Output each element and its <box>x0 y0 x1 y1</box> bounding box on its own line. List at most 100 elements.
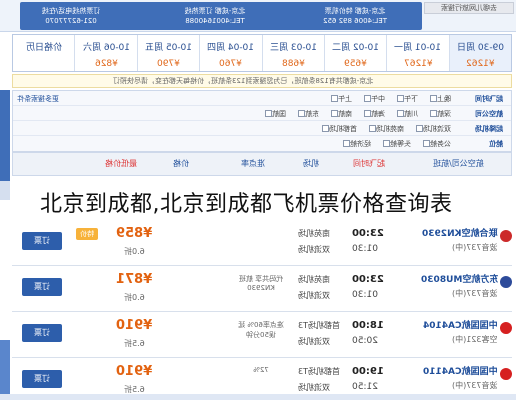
search-notice: 北京-成都共有128条航班，已为您搜索到123条航班，价格每天都在变，请尽快预订 <box>12 74 512 88</box>
book-button[interactable]: 订票 <box>22 278 62 296</box>
date-cell[interactable]: 10-03 周三 ¥688 <box>263 35 325 71</box>
checkbox[interactable] <box>397 95 404 102</box>
date-cell-selected[interactable]: 09-30 周日 ¥1262 <box>449 35 511 71</box>
book-button[interactable]: 订票 <box>22 324 62 342</box>
filter-option[interactable]: 晚上 <box>428 94 451 104</box>
book-button[interactable]: 订票 <box>22 232 62 250</box>
column-punctuality[interactable]: 准点率 <box>241 158 265 169</box>
checkbox[interactable] <box>331 95 338 102</box>
column-departure-time[interactable]: 起飞时间 <box>353 158 385 169</box>
date-cell[interactable]: 10-06 周六 ¥826 <box>75 35 138 71</box>
date-label: 10-06 周六 <box>82 43 130 53</box>
airline-flight-link[interactable]: 中国国航CA4104 <box>423 318 498 331</box>
banner-line: 北京-成都 特价机票 <box>324 7 386 15</box>
option-label: 南航 <box>338 110 352 118</box>
filter-row-airline: 国航 东航 南航 海航 川航 深航 航空公司 <box>13 106 511 121</box>
filter-options: 上午 中午 下午 晚上 <box>73 94 451 104</box>
book-label: 订票 <box>34 374 50 383</box>
filter-option[interactable]: 经济舱 <box>341 139 371 149</box>
checkbox[interactable] <box>369 125 376 132</box>
departure-time: 23:00 <box>352 228 384 239</box>
filter-option[interactable]: 上午 <box>329 94 352 104</box>
banner-line: 北京-成都 订票热线 <box>184 7 246 15</box>
airline-flight-link[interactable]: 中国国航CA4110 <box>423 364 498 377</box>
more-filters-link[interactable]: 更多搜索条件 <box>17 94 59 104</box>
filter-option[interactable]: 南航 <box>329 109 352 119</box>
airline-flight-link[interactable]: 联合航空KN2930 <box>422 226 498 239</box>
checkbox[interactable] <box>423 140 430 147</box>
airline-flight-link[interactable]: 东方航空MU8030 <box>421 272 498 285</box>
date-cell[interactable]: 10-01 周一 ¥1267 <box>387 35 450 71</box>
flight-price: ¥910 <box>116 318 153 333</box>
checkbox[interactable] <box>343 140 350 147</box>
checkbox[interactable] <box>416 125 423 132</box>
date-price: ¥790 <box>156 59 180 69</box>
filter-option[interactable]: 川航 <box>395 109 418 119</box>
checkbox[interactable] <box>322 125 329 132</box>
option-label: 公务舱 <box>430 140 451 148</box>
filter-option[interactable]: 海航 <box>362 109 385 119</box>
filter-option[interactable]: 南苑机场 <box>367 124 404 134</box>
option-label: 川航 <box>404 110 418 118</box>
flight-discount: 6.0折 <box>124 247 145 256</box>
option-label: 上午 <box>338 95 352 103</box>
checkbox[interactable] <box>430 110 437 117</box>
column-airport[interactable]: 机场 <box>303 158 319 169</box>
date-label: 09-30 周日 <box>456 43 504 53</box>
filter-options: 国航 东航 南航 海航 川航 深航 <box>73 109 451 119</box>
filter-option[interactable]: 下午 <box>395 94 418 104</box>
checkbox[interactable] <box>265 110 272 117</box>
filter-options: 经济舱 头等舱 公务舱 <box>73 139 451 149</box>
column-lowest-price[interactable]: 最低价格 <box>105 158 137 169</box>
checkbox[interactable] <box>331 110 338 117</box>
flight-price: ¥859 <box>116 226 153 241</box>
filter-label: 起飞时间 <box>475 95 503 103</box>
filter-option[interactable]: 东航 <box>296 109 319 119</box>
checkbox[interactable] <box>430 95 437 102</box>
date-cell[interactable]: 10-04 周四 ¥760 <box>200 35 263 71</box>
filter-row-airport: 首都机场 南苑机场 双流机场 起降机场 <box>13 121 511 136</box>
option-label: 双流机场 <box>423 125 451 133</box>
filter-option[interactable]: 双流机场 <box>414 124 451 134</box>
flight-row: 订票 ¥910 6.5折 准点率60% 延误50分钟 首都机场T3 双流机场 1… <box>12 312 512 358</box>
date-label: 10-04 周四 <box>207 43 255 53</box>
departure-time: 18:00 <box>352 320 384 331</box>
filter-panel: 更多搜索条件 上午 中午 下午 晚上 起飞时间 国航 东航 南航 海航 川航 深… <box>12 90 512 152</box>
checkbox[interactable] <box>364 110 371 117</box>
aircraft-type: 空客321(中) <box>452 335 498 344</box>
arrival-time: 01:30 <box>352 290 378 300</box>
filter-option[interactable]: 首都机场 <box>320 124 357 134</box>
flight-row: 订票 特价 ¥859 6.0折 南苑机场 双流机场 23:00 01:30 联合… <box>12 220 512 266</box>
filter-label: 舱位 <box>489 140 503 148</box>
left-side-bar <box>0 340 10 400</box>
checkbox[interactable] <box>364 95 371 102</box>
date-label: 价格日历 <box>25 43 62 53</box>
banner-line: TEL:4001640088 <box>185 17 245 25</box>
filter-row-time: 更多搜索条件 上午 中午 下午 晚上 起飞时间 <box>13 91 511 106</box>
checkbox[interactable] <box>397 110 404 117</box>
book-label: 订票 <box>34 328 50 337</box>
option-label: 头等舱 <box>390 140 411 148</box>
banner-hotline-strip: 订票热线电话/在线 021-62777070 北京-成都 订票热线 TEL:40… <box>20 2 422 30</box>
filter-option[interactable]: 头等舱 <box>381 139 411 149</box>
page-title: 北京到成都,北京到成都飞机票价格查询表 <box>40 192 453 217</box>
search-link[interactable]: 去哪儿网旅行搜索 <box>424 2 514 14</box>
filter-option[interactable]: 国航 <box>263 109 286 119</box>
checkbox[interactable] <box>298 110 305 117</box>
date-cell-calendar[interactable]: 价格日历 <box>13 35 76 71</box>
date-cell[interactable]: 10-05 周五 ¥790 <box>138 35 201 71</box>
checkbox[interactable] <box>383 140 390 147</box>
book-button[interactable]: 订票 <box>22 370 62 388</box>
column-price[interactable]: 价格 <box>173 158 189 169</box>
flight-discount: 6.0折 <box>124 293 145 302</box>
date-label: 10-02 周二 <box>332 43 380 53</box>
departure-airport: 南苑机场 <box>298 275 330 284</box>
date-price: ¥826 <box>94 59 118 69</box>
filter-option[interactable]: 深航 <box>428 109 451 119</box>
filter-option[interactable]: 公务舱 <box>421 139 451 149</box>
departure-time: 19:00 <box>352 366 384 377</box>
book-label: 订票 <box>34 282 50 291</box>
date-cell[interactable]: 10-02 周二 ¥659 <box>325 35 388 71</box>
filter-option[interactable]: 中午 <box>362 94 385 104</box>
column-airline[interactable]: 航空公司/航班 <box>433 158 484 169</box>
